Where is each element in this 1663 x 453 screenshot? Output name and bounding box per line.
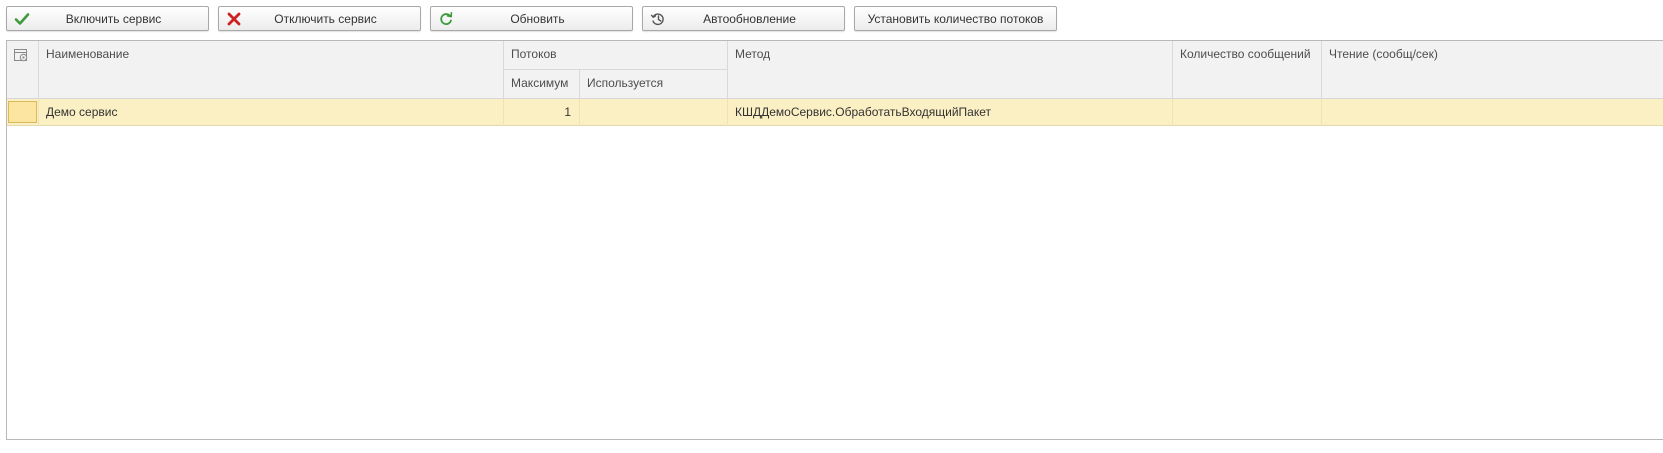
x-icon [226, 11, 242, 27]
refresh-button[interactable]: Обновить [430, 6, 633, 31]
column-settings-icon[interactable] [12, 46, 30, 64]
services-table[interactable]: Наименование Потоков Максимум Использует… [6, 40, 1663, 440]
enable-service-button[interactable]: Включить сервис [6, 6, 209, 31]
history-clock-icon [650, 11, 666, 27]
cell-used[interactable] [580, 99, 727, 125]
cell-method[interactable]: КШДДемоСервис.ОбработатьВходящийПакет [728, 99, 1172, 125]
checkmark-icon [14, 11, 30, 27]
column-header-messages[interactable]: Количество сообщений [1173, 41, 1311, 61]
column-header-max[interactable]: Максимум [504, 70, 568, 90]
row-selector-cell[interactable] [8, 101, 37, 123]
cell-messages[interactable] [1173, 99, 1321, 125]
set-threads-label: Установить количество потоков [867, 11, 1044, 26]
disable-service-label: Отключить сервис [274, 11, 377, 26]
table-row[interactable]: Демо сервис 1 КШДДемоСервис.ОбработатьВх… [7, 99, 1663, 126]
column-header-method[interactable]: Метод [728, 41, 770, 61]
enable-service-label: Включить сервис [65, 11, 162, 26]
column-header-threads: Потоков [511, 47, 557, 61]
cell-max[interactable]: 1 [504, 99, 579, 125]
column-header-name[interactable]: Наименование [39, 41, 129, 61]
refresh-label: Обновить [510, 11, 565, 26]
table-header: Наименование Потоков Максимум Использует… [7, 41, 1663, 99]
autorefresh-label: Автообновление [703, 11, 796, 26]
autorefresh-button[interactable]: Автообновление [642, 6, 845, 31]
set-threads-button[interactable]: Установить количество потоков [854, 6, 1057, 31]
refresh-icon [438, 11, 454, 27]
disable-service-button[interactable]: Отключить сервис [218, 6, 421, 31]
cell-read-rate[interactable] [1322, 99, 1662, 125]
column-header-used[interactable]: Используется [580, 70, 663, 90]
cell-name[interactable]: Демо сервис [39, 99, 503, 125]
column-header-read-rate[interactable]: Чтение (сообщ/сек) [1322, 41, 1438, 61]
